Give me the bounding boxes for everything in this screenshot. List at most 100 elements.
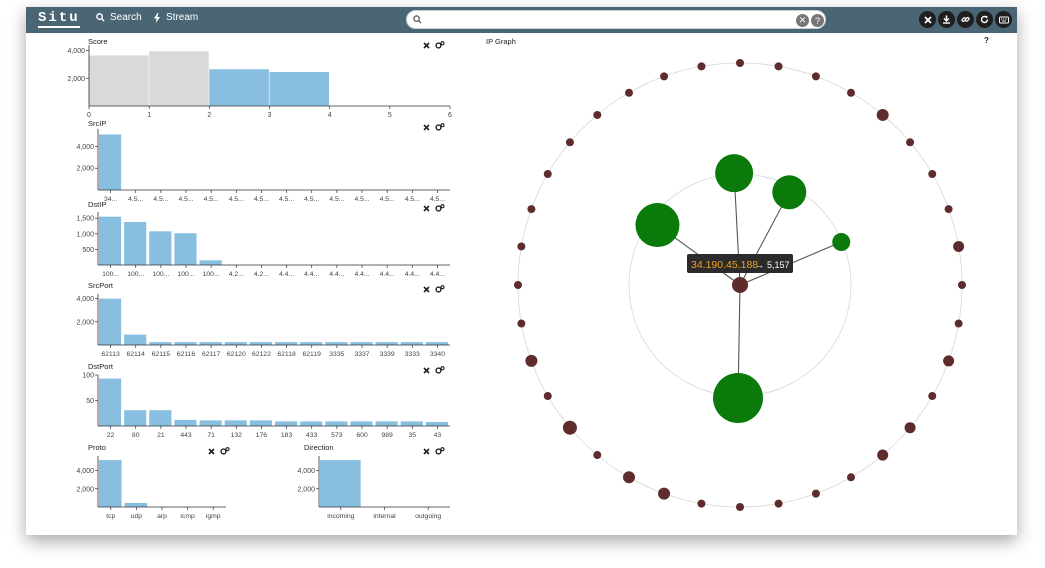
dstport-bar[interactable]: [174, 419, 197, 426]
dstport-y-tick-label: 100: [82, 373, 94, 380]
srcport-x-tick-label: 62115: [152, 351, 171, 358]
dstip-x-tick-label: 4.4...: [380, 271, 395, 278]
proto-histogram[interactable]: tcp udp arp icmp igmp 2,000 4,000: [76, 456, 226, 520]
settings-icon[interactable]: [435, 118, 445, 136]
srcport-bar[interactable]: [325, 342, 348, 345]
close-icon[interactable]: [423, 442, 430, 460]
close-icon[interactable]: [423, 118, 430, 136]
srcip-x-tick-label: 4.5...: [304, 196, 319, 203]
panel-controls-score: [423, 36, 445, 54]
dstip-bar[interactable]: [149, 231, 172, 265]
score-bar[interactable]: [269, 72, 330, 106]
srcip-bar[interactable]: [99, 134, 122, 190]
srcport-bar[interactable]: [275, 342, 298, 345]
close-icon[interactable]: [423, 199, 430, 217]
proto-x-tick-label: igmp: [206, 513, 221, 520]
score-histogram[interactable]: 0 1 2 3 4 5 6 2,000 4,000: [67, 45, 452, 119]
srcport-bar[interactable]: [375, 342, 398, 345]
settings-icon[interactable]: [435, 199, 445, 217]
srcport-bar[interactable]: [99, 298, 122, 345]
dstip-bar[interactable]: [99, 216, 122, 265]
close-icon[interactable]: [208, 442, 215, 460]
srcip-x-tick-label: 4.5...: [128, 196, 143, 203]
direction-histogram[interactable]: incoming internal outgoing 2,000 4,000: [297, 456, 450, 520]
dstport-x-tick-label: 22: [107, 432, 115, 439]
dstport-bar[interactable]: [300, 421, 323, 426]
srcport-bar[interactable]: [300, 342, 323, 345]
srcport-bar[interactable]: [249, 342, 272, 345]
settings-icon[interactable]: [435, 36, 445, 54]
proto-y-tick-label: 2,000: [76, 486, 94, 493]
dstport-bar[interactable]: [400, 421, 423, 426]
dstport-bar[interactable]: [425, 421, 448, 426]
settings-icon[interactable]: [435, 280, 445, 298]
srcport-bar[interactable]: [350, 342, 373, 345]
srcport-bar[interactable]: [425, 342, 448, 345]
settings-icon[interactable]: [435, 442, 445, 460]
srcport-bar[interactable]: [199, 342, 222, 345]
dstport-bar[interactable]: [224, 420, 247, 426]
score-bar[interactable]: [209, 69, 269, 106]
panel-controls-srcport: [423, 280, 445, 298]
panel-controls-dstport: [423, 361, 445, 379]
dstport-bar[interactable]: [124, 410, 147, 426]
dstport-x-tick-label: 183: [281, 432, 293, 439]
proto-bar[interactable]: [124, 502, 148, 507]
settings-icon[interactable]: [220, 442, 230, 460]
direction-x-tick-label: outgoing: [415, 513, 441, 520]
dstip-x-tick-label: 100...: [203, 271, 220, 278]
dstport-bar[interactable]: [350, 421, 373, 426]
panel-controls-srcip: [423, 118, 445, 136]
dstport-bar[interactable]: [325, 421, 348, 426]
direction-bar[interactable]: [320, 460, 361, 507]
dstport-histogram[interactable]: 22 80 21 443 71 132 176 183 433 573 600 989 35 43 50 10…: [82, 373, 450, 440]
srcip-x-tick-label: 4.5...: [329, 196, 344, 203]
proto-x-tick-label: udp: [131, 513, 143, 520]
panel-title-direction: Direction: [304, 443, 334, 452]
srcip-histogram[interactable]: 34... 4.5... 4.5... 4.5... 4.5... 4.5... 4.5..…: [76, 129, 450, 203]
srcport-x-tick-label: 3333: [405, 351, 420, 358]
dstip-x-tick-label: 4.4...: [430, 271, 445, 278]
dstport-bar[interactable]: [149, 410, 172, 426]
close-icon[interactable]: [423, 361, 430, 379]
dstport-x-tick-label: 21: [157, 432, 165, 439]
srcport-bar[interactable]: [149, 342, 172, 345]
dstport-bar[interactable]: [199, 420, 222, 426]
dstip-bar[interactable]: [124, 221, 147, 265]
panel-title-srcip: SrcIP: [88, 119, 107, 128]
srcport-bar[interactable]: [400, 342, 423, 345]
dstip-bar[interactable]: [174, 233, 197, 265]
dstport-bar[interactable]: [375, 421, 398, 426]
settings-icon[interactable]: [435, 361, 445, 379]
srcport-bar[interactable]: [124, 334, 147, 345]
srcport-histogram[interactable]: 62113 62114 62115 62116 62117 62120 62122 62118…: [76, 294, 450, 358]
ip-graph-help[interactable]: ?: [984, 36, 989, 45]
dstip-y-tick-label: 500: [82, 247, 94, 254]
score-y-tick-label: 4,000: [67, 48, 85, 55]
srcport-x-tick-label: 3337: [354, 351, 369, 358]
dstport-bar[interactable]: [99, 378, 122, 426]
score-bar[interactable]: [89, 55, 149, 106]
dstip-histogram[interactable]: 100... 100... 100... 100... 100... 4.2... 4.2.…: [76, 212, 450, 278]
close-icon[interactable]: [423, 280, 430, 298]
dstip-bar[interactable]: [199, 260, 222, 265]
srcport-x-tick-label: 62114: [127, 351, 146, 358]
dstport-x-tick-label: 132: [231, 432, 243, 439]
srcport-bar[interactable]: [224, 342, 247, 345]
panel-title-srcport: SrcPort: [88, 281, 114, 290]
dstport-bar[interactable]: [275, 421, 298, 426]
dstport-bar[interactable]: [249, 420, 272, 426]
close-icon[interactable]: [423, 36, 430, 54]
srcport-x-tick-label: 62119: [303, 351, 322, 358]
dstip-x-tick-label: 100...: [127, 271, 144, 278]
proto-bar[interactable]: [99, 460, 122, 507]
dstport-x-tick-label: 35: [409, 432, 417, 439]
score-x-tick-label: 4: [328, 112, 332, 119]
srcport-y-tick-label: 2,000: [76, 319, 94, 326]
srcport-x-tick-label: 3340: [430, 351, 445, 358]
proto-x-tick-label: icmp: [180, 513, 195, 520]
srcport-bar[interactable]: [174, 342, 197, 345]
srcport-x-tick-label: 62113: [101, 351, 120, 358]
srcip-x-tick-label: 4.5...: [229, 196, 244, 203]
score-bar[interactable]: [149, 51, 209, 106]
